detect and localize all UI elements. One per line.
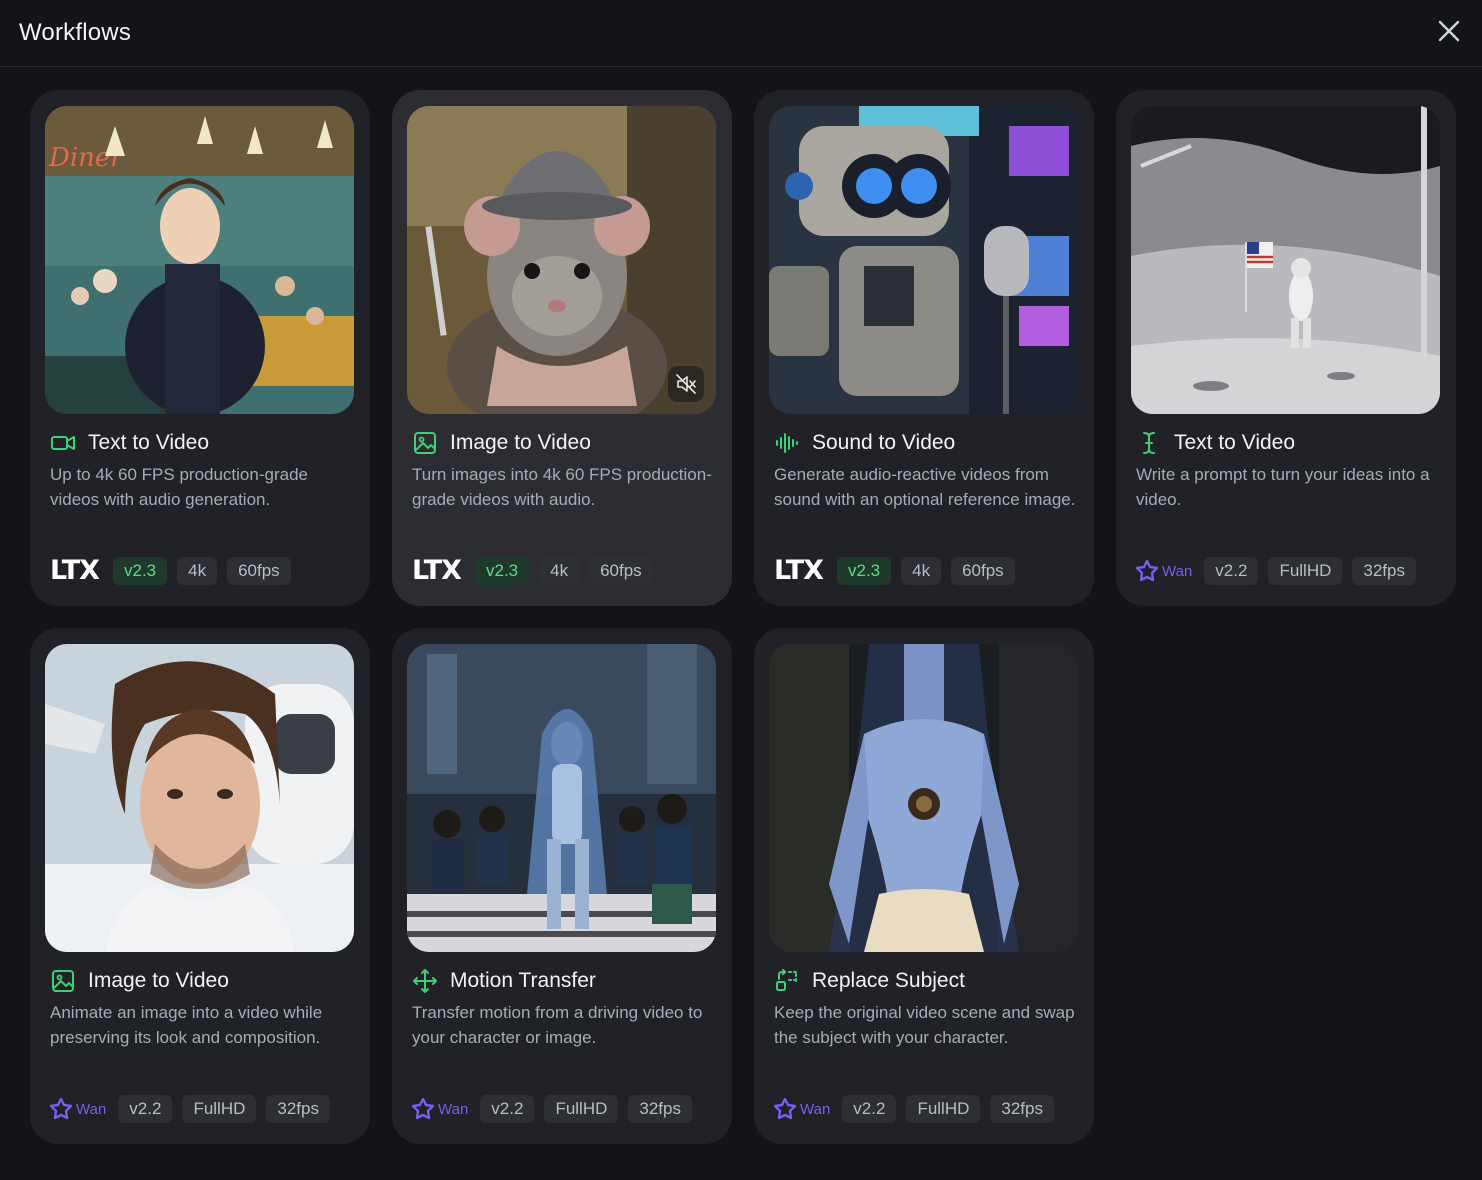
- page-title: Workflows: [19, 19, 132, 46]
- resolution-badge: FullHD: [1268, 557, 1343, 585]
- close-icon[interactable]: [1436, 18, 1462, 44]
- wan-logo: Wan: [774, 1098, 830, 1120]
- version-badge: v2.3: [474, 557, 530, 585]
- card-description: Generate audio-reactive videos from soun…: [774, 465, 1076, 509]
- workflow-thumbnail: [45, 644, 354, 952]
- card-title: Text to Video: [88, 431, 210, 454]
- image-icon: [412, 430, 438, 456]
- workflow-card-ltx-image-to-video[interactable]: Image to Video Turn images into 4k 60 FP…: [392, 90, 732, 606]
- modal-header: Workflows: [0, 0, 1482, 67]
- fps-badge: 60fps: [951, 557, 1015, 585]
- workflow-thumbnail: [769, 644, 1078, 952]
- fps-badge: 60fps: [589, 557, 653, 585]
- version-badge: v2.2: [1204, 557, 1259, 585]
- ltx-logo: LTX: [774, 555, 824, 586]
- resolution-badge: 4k: [539, 557, 580, 585]
- fps-badge: 60fps: [227, 557, 291, 585]
- fps-badge: 32fps: [266, 1095, 330, 1123]
- card-tags: Wan v2.2 FullHD 32fps: [412, 1095, 692, 1123]
- wan-logo: Wan: [1136, 560, 1192, 582]
- video-camera-icon: [50, 430, 76, 456]
- card-title: Sound to Video: [812, 431, 956, 454]
- card-description: Write a prompt to turn your ideas into a…: [1136, 465, 1430, 509]
- card-title: Motion Transfer: [450, 969, 596, 992]
- fps-badge: 32fps: [1352, 557, 1416, 585]
- mute-button[interactable]: [668, 366, 704, 402]
- fps-badge: 32fps: [628, 1095, 692, 1123]
- version-badge: v2.3: [836, 557, 892, 585]
- image-icon: [50, 968, 76, 994]
- version-badge: v2.3: [112, 557, 168, 585]
- wan-logo: Wan: [50, 1098, 106, 1120]
- workflow-thumbnail: Diner: [45, 106, 354, 414]
- wan-logo: Wan: [412, 1098, 468, 1120]
- version-badge: v2.2: [118, 1095, 173, 1123]
- workflow-card-wan-motion-transfer[interactable]: Motion Transfer Transfer motion from a d…: [392, 628, 732, 1144]
- card-description: Transfer motion from a driving video to …: [412, 1003, 703, 1047]
- resolution-badge: FullHD: [182, 1095, 257, 1123]
- move-arrows-icon: [412, 968, 438, 994]
- volume-mute-icon: [676, 374, 696, 394]
- card-title: Image to Video: [450, 431, 591, 454]
- workflow-card-ltx-text-to-video[interactable]: Diner Text to Video Up to 4k 60 FPS prod…: [30, 90, 370, 606]
- workflow-card-wan-image-to-video[interactable]: Image to Video Animate an image into a v…: [30, 628, 370, 1144]
- replace-icon: [774, 968, 800, 994]
- ltx-logo: LTX: [412, 555, 462, 586]
- workflow-thumbnail: [769, 106, 1078, 414]
- workflow-thumbnail: [407, 106, 716, 414]
- ltx-logo: LTX: [50, 555, 100, 586]
- card-description: Turn images into 4k 60 FPS production-gr…: [412, 465, 712, 509]
- card-tags: Wan v2.2 FullHD 32fps: [50, 1095, 330, 1123]
- workflow-card-ltx-sound-to-video[interactable]: Sound to Video Generate audio-reactive v…: [754, 90, 1094, 606]
- text-cursor-icon: [1136, 430, 1162, 456]
- card-description: Up to 4k 60 FPS production-grade videos …: [50, 465, 308, 509]
- resolution-badge: FullHD: [544, 1095, 619, 1123]
- card-title: Image to Video: [88, 969, 229, 992]
- fps-badge: 32fps: [990, 1095, 1054, 1123]
- audio-waveform-icon: [774, 430, 800, 456]
- card-tags: LTX v2.3 4k 60fps: [774, 557, 1015, 585]
- card-description: Animate an image into a video while pres…: [50, 1003, 323, 1047]
- version-badge: v2.2: [480, 1095, 535, 1123]
- resolution-badge: FullHD: [906, 1095, 981, 1123]
- card-title: Text to Video: [1174, 431, 1296, 454]
- resolution-badge: 4k: [177, 557, 218, 585]
- card-tags: Wan v2.2 FullHD 32fps: [774, 1095, 1054, 1123]
- card-title: Replace Subject: [812, 969, 965, 992]
- workflow-thumbnail: [1131, 106, 1440, 414]
- workflow-thumbnail: [407, 644, 716, 952]
- workflow-card-wan-replace-subject[interactable]: Replace Subject Keep the original video …: [754, 628, 1094, 1144]
- workflow-card-wan-text-to-video[interactable]: Text to Video Write a prompt to turn you…: [1116, 90, 1456, 606]
- resolution-badge: 4k: [901, 557, 942, 585]
- card-description: Keep the original video scene and swap t…: [774, 1003, 1075, 1047]
- card-tags: LTX v2.3 4k 60fps: [50, 557, 291, 585]
- workflow-grid: Diner Text to Video Up to 4k 60 FPS prod…: [30, 90, 1456, 1145]
- version-badge: v2.2: [842, 1095, 897, 1123]
- card-tags: LTX v2.3 4k 60fps: [412, 557, 653, 585]
- card-tags: Wan v2.2 FullHD 32fps: [1136, 557, 1416, 585]
